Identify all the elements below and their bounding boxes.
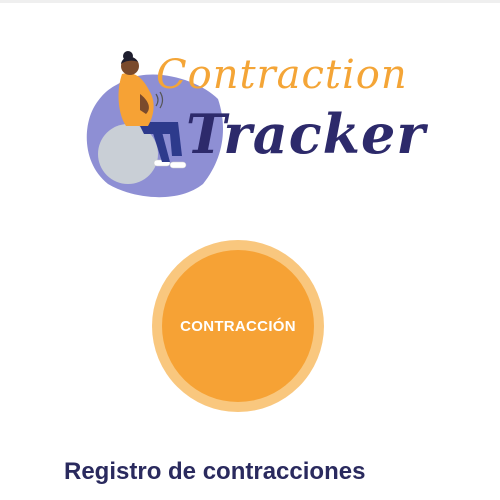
top-divider bbox=[0, 0, 500, 3]
app-logo: Contraction Tracker bbox=[78, 44, 425, 204]
section-title: Registro de contracciones bbox=[64, 458, 366, 485]
logo-text-contraction: Contraction bbox=[156, 52, 408, 98]
logo-text-tracker: Tracker bbox=[186, 102, 426, 166]
contraction-button[interactable]: CONTRACCIÓN bbox=[162, 250, 314, 402]
